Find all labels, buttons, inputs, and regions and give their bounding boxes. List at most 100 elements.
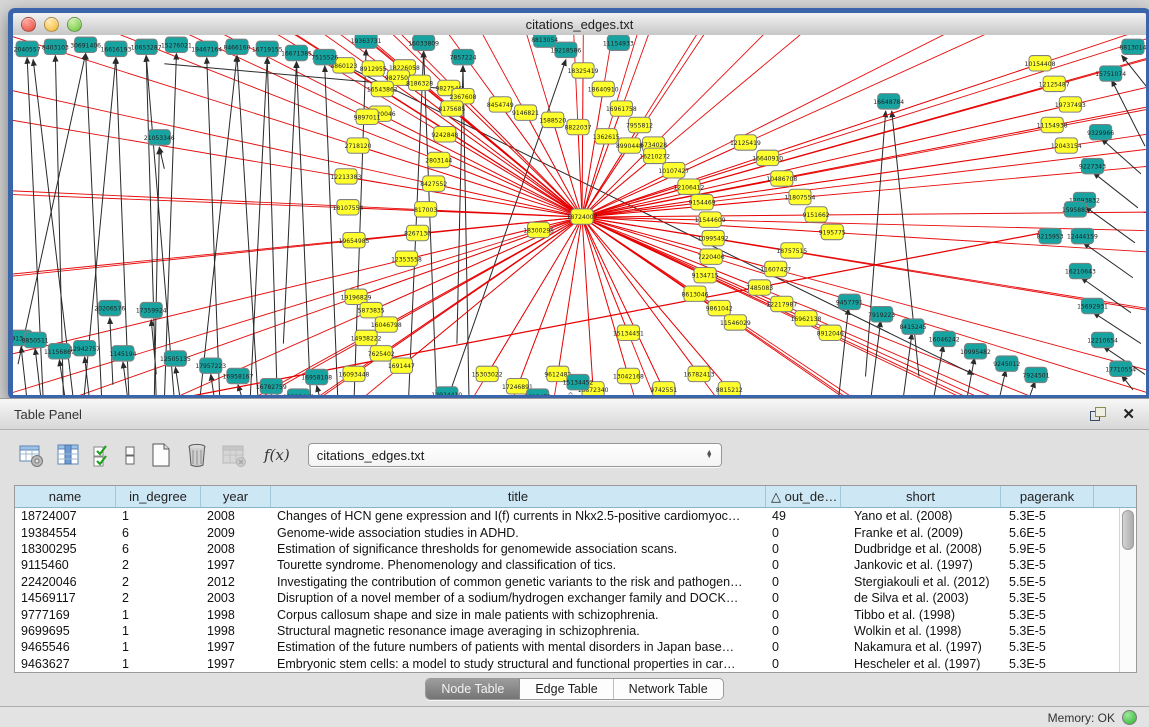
table-cell[interactable]: Changes of HCN gene expression and I(f) … xyxy=(271,509,766,523)
graph-node[interactable]: 8403103 xyxy=(42,39,69,54)
graph-node[interactable]: 817003 xyxy=(414,202,437,217)
graph-node[interactable]: 9457791 xyxy=(836,294,863,309)
graph-node[interactable]: 16046242 xyxy=(929,331,960,346)
table-cell[interactable]: 9465546 xyxy=(15,640,116,654)
show-column-icon[interactable] xyxy=(55,442,82,469)
table-cell[interactable]: 2009 xyxy=(201,526,271,540)
graph-node[interactable]: 16719155 xyxy=(252,41,283,56)
table-cell[interactable]: 22420046 xyxy=(15,575,116,589)
graph-node[interactable]: 11154938 xyxy=(1037,117,1068,132)
column-header[interactable]: in_degree xyxy=(116,486,201,507)
graph-node[interactable]: 10107427 xyxy=(658,163,689,178)
graph-node[interactable]: 9154469 xyxy=(689,194,716,209)
graph-node[interactable]: 12505135 xyxy=(160,351,191,366)
table-cell[interactable]: 9463627 xyxy=(15,657,116,671)
graph-node[interactable]: 9146821 xyxy=(512,105,539,120)
table-cell[interactable]: 5.3E-5 xyxy=(1001,558,1094,572)
table-cell[interactable]: 0 xyxy=(766,558,841,572)
table-cell[interactable]: 9777169 xyxy=(15,608,116,622)
table-cell[interactable]: 5.3E-5 xyxy=(1001,657,1094,671)
table-cell[interactable]: 1 xyxy=(116,608,201,622)
graph-node[interactable]: 9861042 xyxy=(706,300,733,315)
table-cell[interactable]: 1997 xyxy=(201,657,271,671)
graph-node[interactable]: 2803144 xyxy=(425,152,452,167)
graph-node[interactable]: 19654985 xyxy=(339,232,370,247)
table-cell[interactable]: Yano et al. (2008) xyxy=(841,509,1001,523)
column-header[interactable]: title xyxy=(271,486,766,507)
table-cell[interactable]: 1998 xyxy=(201,624,271,638)
graph-node[interactable]: 7857224 xyxy=(449,49,476,64)
graph-node[interactable]: 8454749 xyxy=(487,97,514,112)
tab-node-table[interactable]: Node Table xyxy=(426,679,520,699)
table-cell[interactable]: 5.6E-5 xyxy=(1001,526,1094,540)
graph-node[interactable]: 12924410 xyxy=(431,387,462,395)
table-cell[interactable]: 1997 xyxy=(201,640,271,654)
graph-node[interactable]: 20206576 xyxy=(94,300,125,315)
table-cell[interactable]: Embryonic stem cells: a model to study s… xyxy=(271,657,766,671)
graph-node[interactable]: 7955812 xyxy=(626,117,653,132)
graph-node[interactable]: 15276021 xyxy=(161,37,192,52)
graph-node[interactable]: 18724007 xyxy=(567,209,598,224)
graph-node[interactable]: 12923446 xyxy=(283,389,314,395)
graph-node[interactable]: 8813054 xyxy=(531,35,558,47)
graph-node[interactable]: 10995482 xyxy=(960,344,991,359)
graph-node[interactable]: 16648784 xyxy=(873,94,904,109)
table-row[interactable]: 977716911998Corpus callosum shape and si… xyxy=(15,606,1120,622)
graph-node[interactable]: 9612473 xyxy=(524,389,551,395)
select-rows-icon[interactable] xyxy=(92,442,114,469)
table-cell[interactable]: 0 xyxy=(766,575,841,589)
table-cell[interactable]: 1 xyxy=(116,624,201,638)
graph-node[interactable]: 1588520 xyxy=(539,112,566,127)
graph-node[interactable]: 17359924 xyxy=(136,302,167,317)
table-row[interactable]: 1456911722003Disruption of a novel membe… xyxy=(15,590,1120,606)
graph-node[interactable]: 8215953 xyxy=(1037,228,1064,243)
graph-node[interactable]: 8912046 xyxy=(817,325,844,340)
table-vertical-scrollbar[interactable] xyxy=(1119,508,1136,672)
graph-node[interactable]: 12444159 xyxy=(1067,228,1098,243)
graph-node[interactable]: 16093448 xyxy=(339,366,370,381)
graph-node[interactable]: 12213383 xyxy=(331,169,362,184)
graph-node[interactable]: 16958108 xyxy=(301,369,332,384)
column-header[interactable]: short xyxy=(841,486,1001,507)
graph-node[interactable]: 1691447 xyxy=(388,358,415,373)
table-cell[interactable]: Disruption of a novel member of a sodium… xyxy=(271,591,766,605)
table-cell[interactable]: Dudbridge et al. (2008) xyxy=(841,542,1001,556)
table-cell[interactable]: 0 xyxy=(766,591,841,605)
graph-node[interactable]: 1362615 xyxy=(593,129,620,144)
graph-node[interactable]: 16210643 xyxy=(1065,263,1096,278)
graph-node[interactable]: 8813014 xyxy=(1119,39,1146,54)
table-cell[interactable]: 19384554 xyxy=(15,526,116,540)
graph-node[interactable]: 13042168 xyxy=(613,368,644,383)
minimize-window-icon[interactable] xyxy=(44,17,59,32)
table-cell[interactable]: 5.3E-5 xyxy=(1001,640,1094,654)
graph-node[interactable]: 18325419 xyxy=(568,63,599,78)
graph-node[interactable]: 11544609 xyxy=(695,212,726,227)
table-cell[interactable]: 2003 xyxy=(201,591,271,605)
graph-node[interactable]: 9329966 xyxy=(1087,124,1114,139)
graph-node[interactable]: 18107554 xyxy=(333,200,364,215)
table-cell[interactable]: 18300295 xyxy=(15,542,116,556)
graph-node[interactable]: 16958167 xyxy=(223,368,254,383)
delete-table-icon[interactable] xyxy=(184,441,210,469)
table-cell[interactable]: 2 xyxy=(116,575,201,589)
graph-node[interactable]: 12043154 xyxy=(1051,138,1082,153)
column-header[interactable]: △ out_de… xyxy=(766,486,841,507)
network-canvas[interactable]: 8860123891295518226058982750816543862818… xyxy=(13,35,1146,395)
graph-node[interactable]: 8175685 xyxy=(438,101,465,116)
graph-node[interactable]: 17957223 xyxy=(195,358,226,373)
graph-node[interactable]: 11807554 xyxy=(785,189,816,204)
graph-node[interactable]: 16543862 xyxy=(367,81,398,96)
graph-node[interactable]: 15692931 xyxy=(1077,298,1108,313)
graph-node[interactable]: 12942757 xyxy=(69,340,100,355)
table-cell[interactable]: de Silva et al. (2003) xyxy=(841,591,1001,605)
graph-node[interactable]: 9245012 xyxy=(993,356,1020,371)
graph-node[interactable]: 1595883 xyxy=(1062,202,1089,217)
graph-node[interactable]: 7924501 xyxy=(1023,367,1050,382)
graph-node[interactable]: 10995492 xyxy=(698,230,729,245)
graph-node[interactable]: 11546029 xyxy=(720,315,751,330)
graph-node[interactable]: 10653287 xyxy=(131,39,162,54)
table-cell[interactable]: 14569117 xyxy=(15,591,116,605)
table-cell[interactable]: 49 xyxy=(766,509,841,523)
table-row[interactable]: 1830029562008Estimation of significance … xyxy=(15,541,1120,557)
graph-node[interactable]: 17710554 xyxy=(1105,361,1136,376)
